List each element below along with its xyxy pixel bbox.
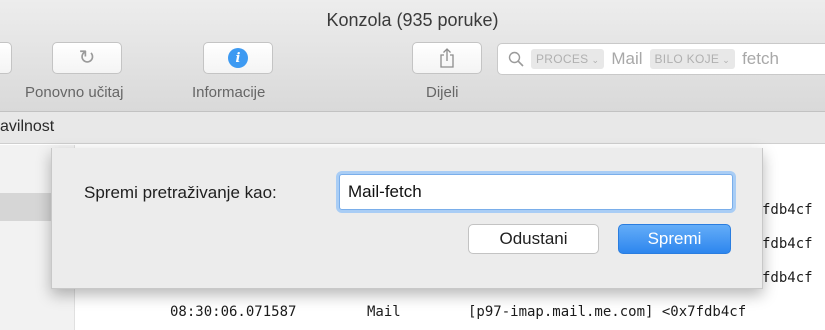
save-search-label: Spremi pretraživanje kao: — [84, 183, 277, 202]
any-filter-token[interactable]: BILO KOJE ⌄ — [649, 49, 736, 69]
any-filter-value[interactable]: fetch — [742, 49, 779, 69]
share-label: Dijeli — [426, 84, 459, 101]
save-button[interactable]: Spremi — [618, 224, 731, 254]
log-process: Mail — [367, 304, 401, 320]
clipped-toolbar-button[interactable] — [0, 42, 12, 74]
chevron-down-icon: ⌄ — [591, 55, 600, 65]
info-icon: i — [228, 48, 248, 68]
console-window: Konzola (935 poruke) ↻ Ponovno učitaj i … — [0, 0, 825, 330]
log-message: [p97-imap.mail.me.com] <0x7fdb4cf — [468, 304, 747, 320]
search-field[interactable]: PROCES ⌄ Mail BILO KOJE ⌄ fetch — [497, 43, 825, 75]
reload-icon: ↻ — [78, 47, 96, 69]
favorites-bar-text[interactable]: avilnost — [0, 118, 54, 136]
chevron-down-icon: ⌄ — [722, 55, 731, 65]
favorites-bar: avilnost — [0, 112, 825, 144]
info-button[interactable]: i — [203, 42, 273, 74]
share-icon — [440, 48, 454, 68]
log-time: 08:30:06.071587 — [170, 304, 297, 320]
search-name-input[interactable] — [339, 174, 733, 210]
share-button[interactable] — [412, 42, 482, 74]
reload-label: Ponovno učitaj — [25, 84, 124, 101]
log-fragment: fdb4cf — [762, 236, 813, 252]
any-token-label: BILO KOJE — [654, 52, 720, 66]
log-row[interactable]: 08:30:06.071587 Mail [p97-imap.mail.me.c… — [0, 300, 825, 326]
save-search-dialog: Spremi pretraživanje kao: Odustani Sprem… — [51, 148, 763, 289]
info-label: Informacije — [192, 84, 266, 101]
window-title: Konzola (935 poruke) — [326, 10, 499, 30]
process-token-label: PROCES — [536, 52, 589, 66]
process-filter-value[interactable]: Mail — [611, 49, 642, 69]
toolbar: Konzola (935 poruke) ↻ Ponovno učitaj i … — [0, 0, 825, 112]
log-fragment: fdb4cf — [762, 270, 813, 286]
cancel-button[interactable]: Odustani — [468, 224, 599, 254]
process-filter-token[interactable]: PROCES ⌄ — [531, 49, 605, 69]
log-fragment: fdb4cf — [762, 202, 813, 218]
search-icon — [508, 51, 524, 67]
reload-button[interactable]: ↻ — [52, 42, 122, 74]
